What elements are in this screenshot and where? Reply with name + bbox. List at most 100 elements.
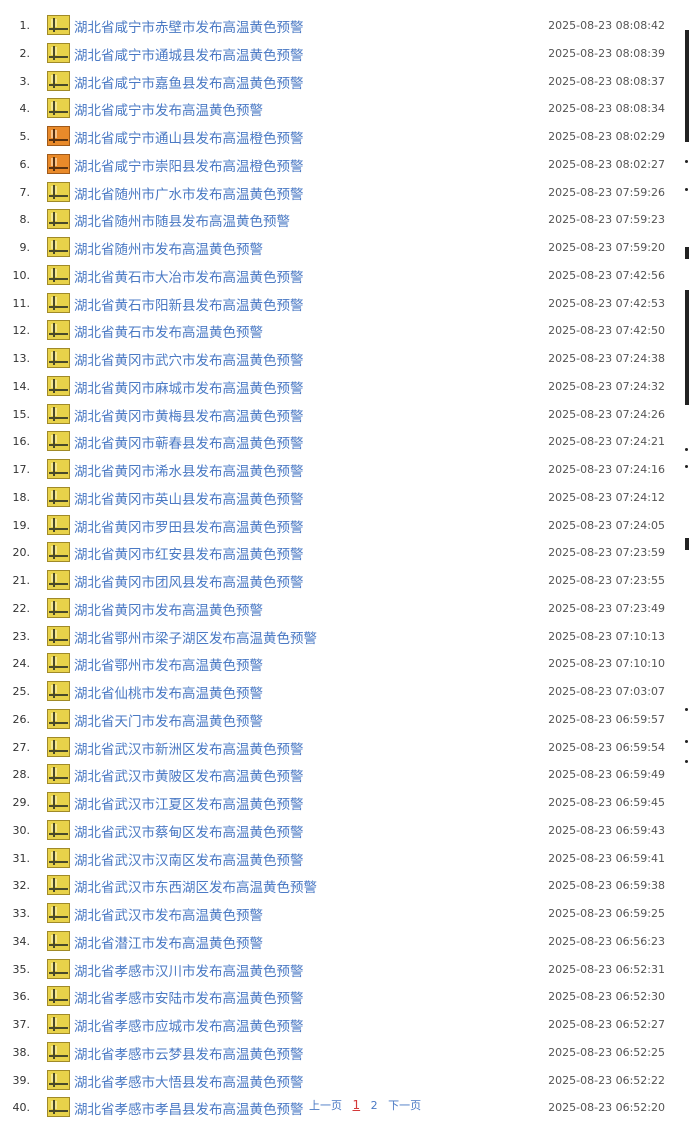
warning-title-link[interactable]: 湖北省黄冈市麻城市发布高温黄色预警 [74,377,304,397]
list-item: 11. 湖北省黄石市阳新县发布高温黄色预警 2025-08-23 07:42:53 [0,291,680,319]
warning-title-link[interactable]: 湖北省黄冈市蕲春县发布高温黄色预警 [74,432,304,452]
list-item: 14. 湖北省黄冈市麻城市发布高温黄色预警 2025-08-23 07:24:32 [0,374,680,402]
item-index: 32. [12,879,31,893]
item-index: 9. [19,241,31,254]
warning-title-link[interactable]: 湖北省鄂州市梁子湖区发布高温黄色预警 [74,627,317,647]
warning-title-link[interactable]: 湖北省咸宁市通山县发布高温橙色预警 [74,127,304,147]
warning-title-link[interactable]: 湖北省咸宁市嘉鱼县发布高温黄色预警 [74,72,304,92]
warning-title-link[interactable]: 湖北省咸宁市通城县发布高温黄色预警 [74,44,304,64]
warning-title-link[interactable]: 湖北省武汉市汉南区发布高温黄色预警 [74,849,304,869]
next-page-link[interactable]: 下一页 [388,1099,421,1112]
heat-yellow-warning-icon [47,875,70,896]
list-item: 32. 湖北省武汉市东西湖区发布高温黄色预警 2025-08-23 06:59:38 [0,873,680,901]
warning-timestamp: 2025-08-23 06:59:38 [548,879,665,893]
item-index: 24. [12,657,31,671]
list-item: 20. 湖北省黄冈市红安县发布高温黄色预警 2025-08-23 07:23:59 [0,540,680,568]
warning-timestamp: 2025-08-23 07:24:26 [548,407,665,421]
warning-title-link[interactable]: 湖北省鄂州市发布高温黄色预警 [74,654,263,674]
warning-title-link[interactable]: 湖北省黄石市阳新县发布高温黄色预警 [74,294,304,314]
list-item: 27. 湖北省武汉市新洲区发布高温黄色预警 2025-08-23 06:59:54 [0,735,680,763]
warning-timestamp: 2025-08-23 07:59:26 [548,185,665,199]
item-index: 30. [12,823,31,837]
warning-title-link[interactable]: 湖北省黄冈市英山县发布高温黄色预警 [74,488,304,508]
list-item: 5. 湖北省咸宁市通山县发布高温橙色预警 2025-08-23 08:02:29 [0,124,680,152]
warning-title-link[interactable]: 湖北省武汉市发布高温黄色预警 [74,904,263,924]
list-item: 8. 湖北省随州市随县发布高温黄色预警 2025-08-23 07:59:23 [0,207,680,235]
warning-title-link[interactable]: 湖北省黄冈市发布高温黄色预警 [74,599,263,619]
warning-title-link[interactable]: 湖北省随州市发布高温黄色预警 [74,238,263,258]
heat-yellow-warning-icon [47,486,70,507]
warning-title-link[interactable]: 湖北省孝感市云梦县发布高温黄色预警 [74,1043,304,1063]
heat-yellow-warning-icon [47,903,70,923]
item-index: 31. [12,851,31,865]
warning-title-link[interactable]: 湖北省随州市随县发布高温黄色预警 [74,210,290,230]
heat-yellow-warning-icon [47,348,70,368]
item-index: 15. [12,407,31,421]
warning-timestamp: 2025-08-23 07:03:07 [548,685,665,698]
list-item: 10. 湖北省黄石市大冶市发布高温黄色预警 2025-08-23 07:42:56 [0,263,680,291]
warning-title-link[interactable]: 湖北省武汉市蔡甸区发布高温黄色预警 [74,821,304,841]
item-index: 16. [12,435,31,449]
warning-title-link[interactable]: 湖北省黄冈市武穴市发布高温黄色预警 [74,349,304,369]
item-index: 39. [12,1073,31,1087]
warning-title-link[interactable]: 湖北省仙桃市发布高温黄色预警 [74,682,263,702]
list-item: 16. 湖北省黄冈市蕲春县发布高温黄色预警 2025-08-23 07:24:21 [0,429,680,457]
warning-title-link[interactable]: 湖北省咸宁市赤壁市发布高温黄色预警 [74,16,304,36]
item-index: 20. [12,546,31,560]
warning-timestamp: 2025-08-23 07:24:21 [548,435,665,449]
warning-timestamp: 2025-08-23 06:52:25 [548,1045,665,1059]
warning-title-link[interactable]: 湖北省武汉市东西湖区发布高温黄色预警 [74,876,317,896]
warning-timestamp: 2025-08-23 07:24:12 [548,490,665,504]
heat-yellow-warning-icon [47,1069,70,1090]
warning-title-link[interactable]: 湖北省黄冈市黄梅县发布高温黄色预警 [74,405,304,425]
warning-title-link[interactable]: 湖北省孝感市孝昌县发布高温黄色预警 [74,1098,304,1118]
warning-title-link[interactable]: 湖北省黄冈市罗田县发布高温黄色预警 [74,516,304,536]
warning-title-link[interactable]: 湖北省黄冈市团风县发布高温黄色预警 [74,571,304,591]
warning-timestamp: 2025-08-23 06:59:54 [548,740,665,754]
warning-title-link[interactable]: 湖北省黄冈市红安县发布高温黄色预警 [74,543,304,563]
heat-yellow-warning-icon [47,1041,70,1062]
page-link-2[interactable]: 2 [371,1099,378,1112]
heat-yellow-warning-icon [47,930,70,951]
warning-title-link[interactable]: 湖北省孝感市大悟县发布高温黄色预警 [74,1071,304,1091]
list-item: 25. 湖北省仙桃市发布高温黄色预警 2025-08-23 07:03:07 [0,679,680,707]
heat-orange-warning-icon [47,126,70,146]
list-item: 29. 湖北省武汉市江夏区发布高温黄色预警 2025-08-23 06:59:45 [0,790,680,818]
warning-title-link[interactable]: 湖北省孝感市汉川市发布高温黄色预警 [74,960,304,980]
warning-title-link[interactable]: 湖北省天门市发布高温黄色预警 [74,710,263,730]
page-link-1[interactable]: 1 [353,1098,361,1112]
warning-title-link[interactable]: 湖北省孝感市应城市发布高温黄色预警 [74,1015,304,1035]
warning-title-link[interactable]: 湖北省随州市广水市发布高温黄色预警 [74,183,304,203]
heat-yellow-warning-icon [47,653,70,674]
item-index: 2. [19,46,31,60]
item-index: 38. [12,1045,31,1059]
warning-title-link[interactable]: 湖北省潜江市发布高温黄色预警 [74,932,263,952]
warning-title-link[interactable]: 湖北省咸宁市发布高温黄色预警 [74,99,263,119]
warning-title-link[interactable]: 湖北省武汉市新洲区发布高温黄色预警 [74,738,304,758]
warning-title-link[interactable]: 湖北省咸宁市崇阳县发布高温橙色预警 [74,155,304,175]
heat-yellow-warning-icon [47,264,70,285]
warning-title-link[interactable]: 湖北省黄石市发布高温黄色预警 [74,321,263,341]
item-index: 36. [12,990,31,1004]
heat-yellow-warning-icon [47,42,70,63]
heat-yellow-warning-icon [47,403,70,424]
list-item: 13. 湖北省黄冈市武穴市发布高温黄色预警 2025-08-23 07:24:38 [0,346,680,374]
warning-title-link[interactable]: 湖北省黄石市大冶市发布高温黄色预警 [74,266,304,286]
prev-page-link[interactable]: 上一页 [309,1099,342,1112]
item-index: 28. [12,768,31,782]
item-index: 6. [19,157,31,171]
heat-yellow-warning-icon [47,431,70,452]
warning-title-link[interactable]: 湖北省黄冈市浠水县发布高温黄色预警 [74,460,304,480]
warning-timestamp: 2025-08-23 07:23:59 [548,546,665,560]
warning-title-link[interactable]: 湖北省武汉市江夏区发布高温黄色预警 [74,793,304,813]
heat-yellow-warning-icon [47,681,70,701]
warning-timestamp: 2025-08-23 07:42:56 [548,268,665,282]
heat-yellow-warning-icon [47,1014,70,1034]
warning-timestamp: 2025-08-23 08:08:42 [548,19,665,32]
item-index: 33. [12,907,31,920]
warning-timestamp: 2025-08-23 08:08:39 [548,46,665,60]
warning-title-link[interactable]: 湖北省武汉市黄陂区发布高温黄色预警 [74,765,304,785]
warning-title-link[interactable]: 湖北省孝感市安陆市发布高温黄色预警 [74,987,304,1007]
heat-yellow-warning-icon [47,459,70,479]
warning-timestamp: 2025-08-23 06:56:23 [548,934,665,948]
